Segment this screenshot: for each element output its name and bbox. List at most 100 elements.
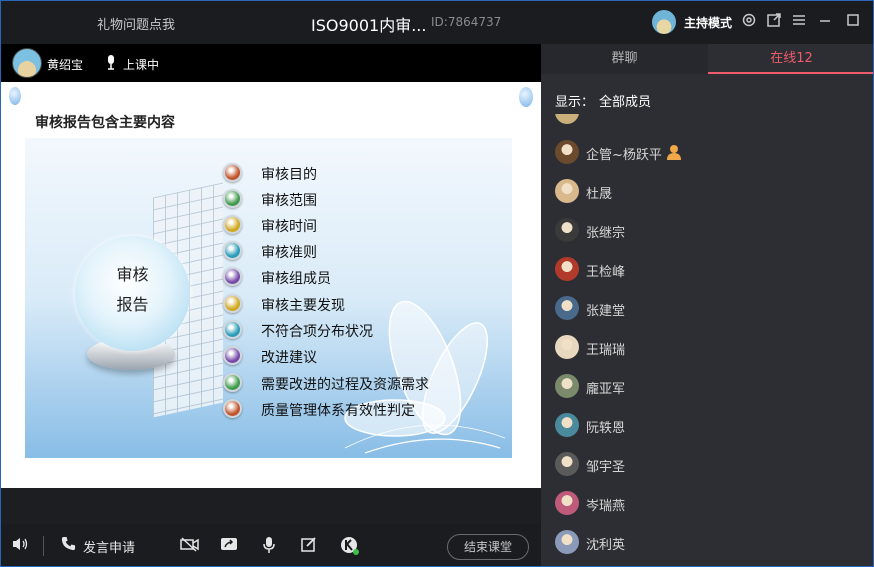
member-avatar[interactable] <box>555 335 579 359</box>
topic-label: 需要改进的过程及资源需求 <box>261 377 429 393</box>
room-id: ID:7864737 <box>431 15 502 29</box>
presenter-avatar[interactable] <box>12 48 42 78</box>
sphere-text-line1: 审核 <box>116 265 149 284</box>
topic-item: 需要改进的过程及资源需求 <box>223 373 483 393</box>
member-name: 张建堂 <box>586 304 626 319</box>
manager-badge-icon <box>666 143 682 161</box>
presenter-name: 黄绍宝 <box>47 58 84 72</box>
topic-item: 审核准则 <box>223 241 483 261</box>
member-item[interactable]: 张建堂 <box>555 296 855 322</box>
class-status: 上课中 <box>123 58 160 72</box>
screen-share-icon[interactable] <box>220 536 238 556</box>
member-avatar[interactable] <box>555 530 579 554</box>
member-avatar[interactable] <box>555 374 579 398</box>
topic-label: 质量管理体系有效性判定 <box>261 403 415 419</box>
topic-label: 审核主要发现 <box>261 298 345 314</box>
bullet-icon <box>223 189 242 208</box>
member-item[interactable]: 岑瑞燕 <box>555 491 855 517</box>
topic-label: 审核目的 <box>261 167 317 183</box>
bullet-icon <box>223 373 242 392</box>
bullet-icon <box>223 346 242 365</box>
sphere-text-line2: 报告 <box>116 295 149 314</box>
filter-dropdown[interactable]: 全部成员 <box>599 91 651 110</box>
member-item[interactable]: 沈利英 <box>555 530 855 556</box>
member-name: 张继宗 <box>586 226 626 241</box>
host-avatar[interactable] <box>652 10 676 34</box>
member-name: 龐亚军 <box>586 382 626 397</box>
member-item[interactable]: 杜晟 <box>555 179 855 205</box>
topic-item: 审核范围 <box>223 189 483 209</box>
topic-label: 不符合项分布状况 <box>261 324 373 340</box>
member-name: 沈利英 <box>586 538 626 553</box>
gift-help-link[interactable]: 礼物问题点我 <box>97 14 175 33</box>
report-sphere: 审核 报告 <box>75 236 190 351</box>
member-name: 邹宇圣 <box>586 460 626 475</box>
phone-icon[interactable] <box>61 536 76 555</box>
member-avatar[interactable] <box>555 296 579 320</box>
bullet-icon <box>223 320 242 339</box>
edit-icon[interactable] <box>301 536 317 556</box>
tab-online-members[interactable]: 在线12 <box>708 44 873 74</box>
member-avatar[interactable] <box>555 452 579 476</box>
topic-item: 改进建议 <box>223 346 483 366</box>
minimize-icon[interactable] <box>816 12 834 30</box>
topic-label: 改进建议 <box>261 350 317 366</box>
member-avatar[interactable] <box>555 218 579 242</box>
filter-label: 显示： <box>555 95 595 110</box>
member-item[interactable]: 张继宗 <box>555 218 855 244</box>
member-item[interactable]: 阮轶恩 <box>555 413 855 439</box>
droplet-decoration <box>519 87 533 107</box>
topic-item: 不符合项分布状况 <box>223 320 483 340</box>
maximize-icon[interactable] <box>844 12 862 30</box>
settings-icon[interactable] <box>740 12 758 30</box>
speak-request-button[interactable]: 发言申请 <box>83 537 135 556</box>
topic-label: 审核时间 <box>261 219 317 235</box>
end-class-button[interactable]: 结束课堂 <box>447 534 529 560</box>
bullet-icon <box>223 399 242 418</box>
speaker-icon[interactable] <box>11 536 29 556</box>
member-item[interactable]: 王瑞瑞 <box>555 335 855 361</box>
member-avatar[interactable] <box>555 491 579 515</box>
title-bar: 礼物问题点我 ISO9001内审... ID:7864737 主持模式 <box>1 1 873 44</box>
member-name: 阮轶恩 <box>586 421 626 436</box>
topic-item: 审核目的 <box>223 163 483 183</box>
topic-label: 审核组成员 <box>261 271 331 287</box>
member-name: 企管~杨跃平 <box>586 148 662 163</box>
member-item[interactable]: 邹宇圣 <box>555 452 855 478</box>
member-avatar[interactable] <box>555 140 579 164</box>
member-avatar[interactable] <box>555 179 579 203</box>
popout-icon[interactable] <box>765 12 783 30</box>
topic-item: 质量管理体系有效性判定 <box>223 399 483 419</box>
topic-label: 审核准则 <box>261 245 317 261</box>
microphone-icon <box>105 54 117 74</box>
tab-group-chat[interactable]: 群聊 <box>541 44 708 74</box>
bullet-icon <box>223 294 242 313</box>
member-item[interactable]: 企管~杨跃平 <box>555 140 855 166</box>
topic-item: 审核时间 <box>223 215 483 235</box>
toolbar-divider <box>43 536 44 556</box>
member-avatar[interactable] <box>555 257 579 281</box>
slide-title: 审核报告包含主要内容 <box>35 115 175 131</box>
menu-icon[interactable] <box>790 12 808 30</box>
member-avatar[interactable] <box>555 413 579 437</box>
member-name: 岑瑞燕 <box>586 499 626 514</box>
member-avatar[interactable] <box>555 114 579 124</box>
presenter-bar: 黄绍宝 上课中 <box>1 44 541 82</box>
topic-item: 审核组成员 <box>223 267 483 287</box>
slide-canvas: 审核报告包含主要内容 审核 报告 审核目的 审核范围 审核时间 审核准则 审核组成员 审核… <box>1 82 541 488</box>
member-list: 企管~杨跃平杜晟张继宗王检峰张建堂王瑞瑞龐亚军阮轶恩邹宇圣岑瑞燕沈利英 <box>541 114 873 566</box>
bullet-icon <box>223 215 242 234</box>
member-sidebar: 群聊 在线12 显示： 全部成员 企管~杨跃平杜晟张继宗王检峰张建堂王瑞瑞龐亚军… <box>541 44 873 566</box>
member-item[interactable]: 王检峰 <box>555 257 855 283</box>
droplet-decoration <box>9 87 21 105</box>
microphone-toggle-icon[interactable] <box>262 536 276 558</box>
member-name: 王检峰 <box>586 265 626 280</box>
bullet-icon <box>223 163 242 182</box>
k-app-icon[interactable] <box>340 536 360 560</box>
window-title: ISO9001内审... <box>311 16 427 35</box>
member-item[interactable]: 龐亚军 <box>555 374 855 400</box>
camera-off-icon[interactable] <box>180 536 200 556</box>
topic-label: 审核范围 <box>261 193 317 209</box>
host-mode-label[interactable]: 主持模式 <box>684 14 732 31</box>
member-name: 王瑞瑞 <box>586 343 626 358</box>
